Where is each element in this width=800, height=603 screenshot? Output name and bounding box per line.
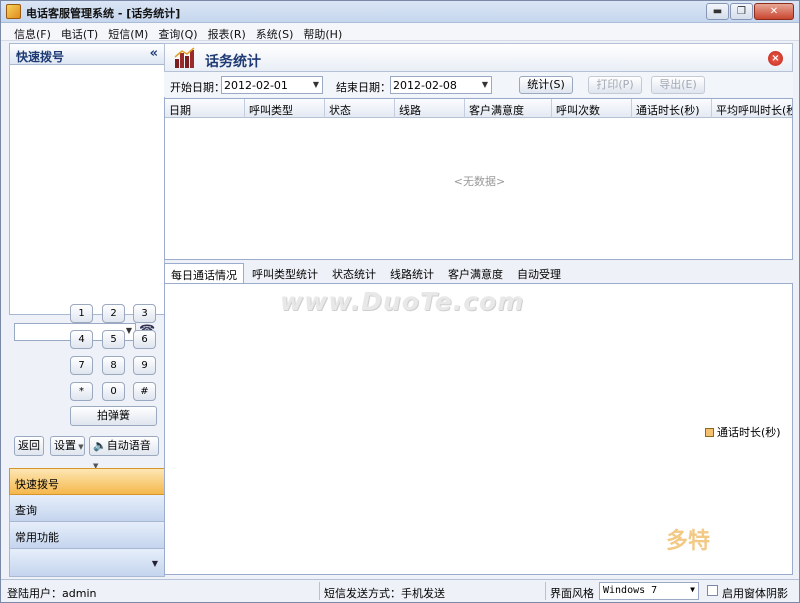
- tab-call-type[interactable]: 呼叫类型统计: [246, 263, 324, 283]
- status-bar: 登陆用户：admin 短信发送方式：手机发送 界面风格 Windows 7 ▼ …: [1, 579, 799, 602]
- col-call-type[interactable]: 呼叫类型: [245, 99, 325, 118]
- menu-info[interactable]: 信息(F): [9, 23, 56, 41]
- legend-swatch: [705, 427, 714, 437]
- tab-auto-accept[interactable]: 自动受理: [511, 263, 567, 283]
- end-date-picker[interactable]: 2012-02-08 ▼: [390, 76, 492, 94]
- title-bar[interactable]: 电话客服管理系统 - [话务统计] ▬ ❐ ✕: [1, 1, 799, 23]
- key-9[interactable]: 9: [133, 356, 156, 375]
- start-date-picker[interactable]: 2012-02-01 ▼: [221, 76, 323, 94]
- divider: [319, 582, 320, 600]
- nav-quick-dial[interactable]: 快速拨号: [9, 468, 165, 495]
- key-1[interactable]: 1: [70, 304, 93, 323]
- logo: 多特: [666, 529, 711, 554]
- page-title: 话务统计: [205, 54, 261, 70]
- auto-voice-label: 自动语音: [106, 439, 151, 452]
- col-call-duration[interactable]: 通话时长(秒): [632, 99, 712, 118]
- print-button[interactable]: 打印(P): [588, 76, 642, 94]
- app-icon: [6, 4, 21, 19]
- chevron-down-icon: ▼: [481, 80, 488, 89]
- bar-chart-icon: [174, 47, 195, 68]
- sms-mode: 短信发送方式：手机发送: [324, 587, 445, 600]
- settings-button[interactable]: 设置 ▼: [50, 436, 85, 456]
- theme-select[interactable]: Windows 7 ▼: [599, 582, 699, 600]
- start-date-label: 开始日期：: [170, 81, 225, 94]
- key-6[interactable]: 6: [133, 330, 156, 349]
- table-header: 日期 呼叫类型 状态 线路 客户满意度 呼叫次数 通话时长(秒) 平均呼叫时长(…: [165, 99, 792, 118]
- menu-help[interactable]: 帮助(H): [298, 23, 347, 41]
- window-title: 电话客服管理系统 - [话务统计]: [26, 7, 181, 20]
- legend-label: 通话时长(秒): [717, 426, 781, 439]
- main-panel: 话务统计 × 开始日期： 2012-02-01 ▼ 结束日期： 2012-02-…: [164, 43, 793, 578]
- chevron-down-icon: ▼: [151, 559, 158, 568]
- quick-dial-header: 快速拨号 «: [9, 43, 165, 65]
- flash-button[interactable]: 拍弹簧: [70, 406, 157, 426]
- end-date-value: 2012-02-08: [393, 79, 457, 92]
- tab-status[interactable]: 状态统计: [326, 263, 382, 283]
- panel-header: 话务统计 ×: [164, 43, 793, 72]
- key-2[interactable]: 2: [102, 304, 125, 323]
- speaker-icon: 🔈: [93, 439, 107, 452]
- stats-table[interactable]: 日期 呼叫类型 状态 线路 客户满意度 呼叫次数 通话时长(秒) 平均呼叫时长(…: [164, 98, 793, 260]
- key-hash[interactable]: #: [133, 382, 156, 401]
- auto-voice-button[interactable]: 🔈自动语音 ▼: [89, 436, 159, 470]
- tab-line[interactable]: 线路统计: [384, 263, 440, 283]
- key-4[interactable]: 4: [70, 330, 93, 349]
- chart-tabs: 每日通话情况 呼叫类型统计 状态统计 线路统计 客户满意度 自动受理: [164, 263, 793, 283]
- app-window: 电话客服管理系统 - [话务统计] ▬ ❐ ✕ 信息(F) 电话(T) 短信(M…: [0, 0, 800, 603]
- nav-common-functions[interactable]: 常用功能: [9, 522, 165, 549]
- stats-button[interactable]: 统计(S): [519, 76, 573, 94]
- col-date[interactable]: 日期: [165, 99, 245, 118]
- col-avg-duration[interactable]: 平均呼叫时长(秒: [712, 99, 792, 118]
- menu-bar: 信息(F) 电话(T) 短信(M) 查询(Q) 报表(R) 系统(S) 帮助(H…: [1, 23, 799, 41]
- maximize-button[interactable]: ❐: [730, 3, 753, 20]
- export-button[interactable]: 导出(E): [651, 76, 705, 94]
- theme-label: 界面风格: [550, 587, 594, 600]
- chevron-down-icon: ▼: [312, 80, 319, 89]
- key-0[interactable]: 0: [102, 382, 125, 401]
- watermark: www.DuoTe.com: [280, 287, 525, 316]
- end-date-label: 结束日期：: [336, 81, 391, 94]
- key-3[interactable]: 3: [133, 304, 156, 323]
- close-button[interactable]: ✕: [754, 3, 794, 20]
- col-status[interactable]: 状态: [325, 99, 395, 118]
- collapse-icon[interactable]: «: [150, 46, 158, 61]
- key-star[interactable]: *: [70, 382, 93, 401]
- key-5[interactable]: 5: [102, 330, 125, 349]
- tab-satisfaction[interactable]: 客户满意度: [442, 263, 509, 283]
- nav-query[interactable]: 查询: [9, 495, 165, 522]
- close-panel-icon[interactable]: ×: [768, 51, 783, 66]
- key-7[interactable]: 7: [70, 356, 93, 375]
- divider: [545, 582, 546, 600]
- quick-dial-list[interactable]: [9, 65, 165, 315]
- no-data-text: <无数据>: [453, 175, 506, 188]
- menu-system[interactable]: 系统(S): [251, 23, 299, 41]
- shadow-checkbox[interactable]: [707, 585, 718, 596]
- minimize-button[interactable]: ▬: [706, 3, 729, 20]
- key-8[interactable]: 8: [102, 356, 125, 375]
- menu-phone[interactable]: 电话(T): [56, 23, 103, 41]
- settings-label: 设置: [54, 439, 76, 452]
- shadow-label: 启用窗体阴影: [722, 587, 788, 600]
- filter-bar: 开始日期： 2012-02-01 ▼ 结束日期： 2012-02-08 ▼ 统计…: [164, 72, 793, 97]
- col-satisfaction[interactable]: 客户满意度: [465, 99, 552, 118]
- tab-daily-calls[interactable]: 每日通话情况: [164, 263, 244, 283]
- theme-value: Windows 7: [603, 585, 658, 596]
- left-panel: 快速拨号 « ▼ ☎ 1 2 3 4 5 6 7 8 9 * 0 # 拍弹簧 返…: [9, 43, 165, 578]
- nav-more[interactable]: ▼: [9, 549, 165, 577]
- chevron-down-icon: ▼: [690, 585, 695, 594]
- chart-legend: 通话时长(秒): [705, 424, 781, 440]
- back-button[interactable]: 返回: [14, 436, 44, 456]
- menu-sms[interactable]: 短信(M): [103, 23, 153, 41]
- quick-dial-title: 快速拨号: [16, 50, 65, 64]
- chevron-down-icon: ▼: [125, 326, 132, 335]
- col-call-count[interactable]: 呼叫次数: [552, 99, 632, 118]
- login-user: 登陆用户：admin: [7, 587, 97, 600]
- menu-report[interactable]: 报表(R): [203, 23, 251, 41]
- start-date-value: 2012-02-01: [224, 79, 288, 92]
- col-line[interactable]: 线路: [395, 99, 465, 118]
- menu-query[interactable]: 查询(Q): [153, 23, 202, 41]
